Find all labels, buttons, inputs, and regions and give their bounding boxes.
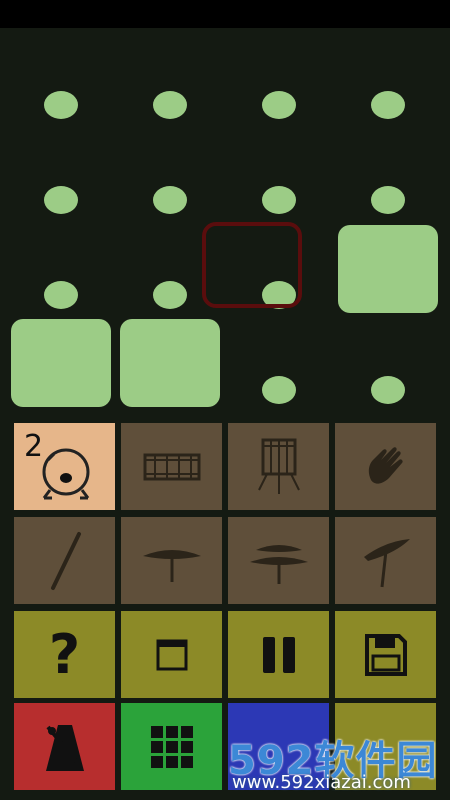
save-floppy-icon <box>364 633 407 676</box>
kick-count-label: 2 <box>24 429 44 464</box>
step-pad-active <box>11 319 111 407</box>
step-dot <box>371 186 405 214</box>
grid-cell[interactable] <box>229 345 329 435</box>
instrument-stick-button[interactable] <box>14 517 115 604</box>
step-dot <box>262 376 296 404</box>
step-dot <box>371 91 405 119</box>
instrument-bass-drum-button[interactable]: 2 <box>14 423 115 510</box>
step-dot <box>262 91 296 119</box>
step-dot <box>44 91 78 119</box>
grid-icon <box>150 725 193 768</box>
instrument-floor-tom-button[interactable] <box>228 423 329 510</box>
save-button[interactable] <box>335 611 436 698</box>
step-dot <box>371 376 405 404</box>
hihat-closed-icon <box>142 549 201 582</box>
grid-cell[interactable] <box>11 155 111 245</box>
grid-cell[interactable] <box>338 60 438 150</box>
step-pad-active <box>120 319 220 407</box>
grid-cell[interactable] <box>338 345 438 435</box>
selection-cursor <box>202 222 302 308</box>
step-dot <box>153 281 187 309</box>
instrument-hihat-closed-button[interactable] <box>121 517 222 604</box>
grid-cell[interactable] <box>229 60 329 150</box>
watermark: 592软件园 www.592xiazai.com <box>228 728 438 794</box>
instrument-clap-button[interactable] <box>335 423 436 510</box>
help-button[interactable]: ? <box>14 611 115 698</box>
snare-drum-icon <box>143 453 200 480</box>
step-pad-active <box>338 225 438 313</box>
grid-cell-active[interactable] <box>120 319 220 409</box>
status-bar <box>0 0 450 28</box>
step-dot <box>153 91 187 119</box>
drumstick-icon <box>50 531 81 590</box>
crash-cymbal-icon <box>363 538 410 587</box>
grid-cell[interactable] <box>11 60 111 150</box>
hand-clap-icon <box>368 446 403 484</box>
grid-cell-active[interactable] <box>338 225 438 315</box>
instrument-crash-button[interactable] <box>335 517 436 604</box>
step-dot <box>262 186 296 214</box>
grid-button[interactable] <box>121 703 222 790</box>
metronome-button[interactable] <box>14 703 115 790</box>
grid-cell-active[interactable] <box>11 319 111 409</box>
floor-tom-icon <box>257 438 300 494</box>
pause-button[interactable] <box>228 611 329 698</box>
watermark-url: www.592xiazai.com <box>232 772 411 793</box>
hihat-open-icon <box>249 544 308 584</box>
step-dot <box>153 186 187 214</box>
help-label: ? <box>48 623 81 686</box>
pause-icon <box>262 636 295 673</box>
instrument-hihat-open-button[interactable] <box>228 517 329 604</box>
window-icon <box>156 639 187 670</box>
metronome-icon <box>45 724 84 771</box>
step-dot <box>44 186 78 214</box>
window-button[interactable] <box>121 611 222 698</box>
grid-cell[interactable] <box>120 60 220 150</box>
step-grid <box>0 28 450 410</box>
instrument-snare-button[interactable] <box>121 423 222 510</box>
step-dot <box>44 281 78 309</box>
